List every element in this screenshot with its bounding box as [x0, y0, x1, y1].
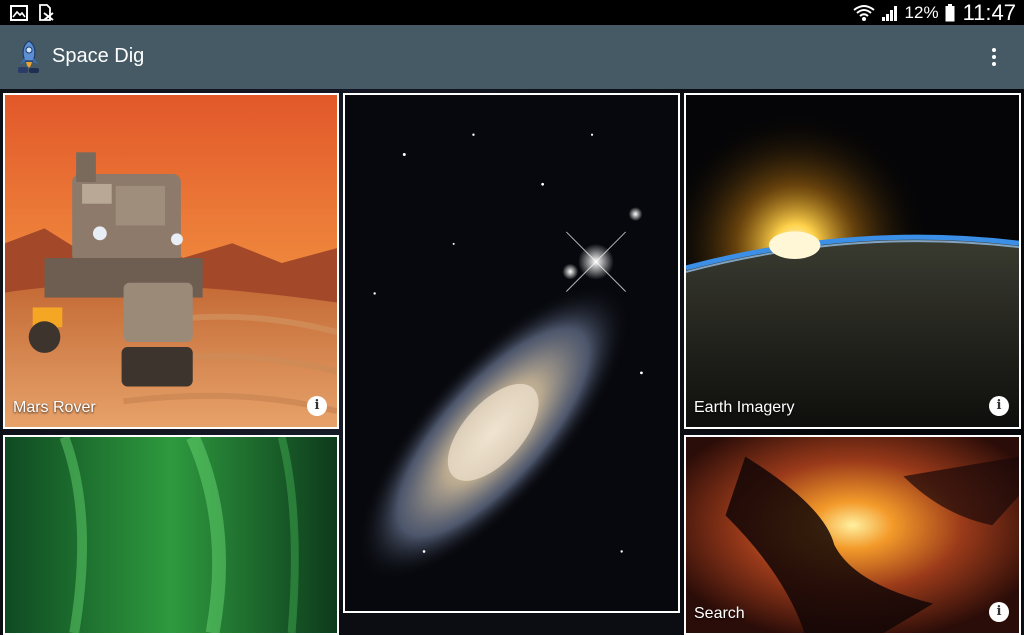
sim-card-error-icon: [39, 4, 54, 21]
tile-label: Search: [694, 605, 745, 622]
tile-label: Earth Imagery: [694, 399, 795, 416]
earth-imagery-image: [686, 95, 1019, 427]
cell-signal-icon: [881, 5, 897, 21]
app-title: Space Dig: [52, 45, 145, 67]
aurora-image: [5, 437, 337, 633]
tile-search[interactable]: Search i: [684, 435, 1021, 635]
tile-galaxy[interactable]: [343, 93, 680, 613]
rocket-logo-icon: [18, 40, 39, 73]
status-bar: 12% 11:47: [0, 0, 1024, 25]
mars-rover-image: [5, 95, 337, 427]
more-vert-icon-dot: [992, 55, 996, 59]
status-left-icons: [10, 4, 54, 21]
app-bar: Space Dig: [0, 25, 1024, 89]
info-icon[interactable]: i: [989, 396, 1009, 416]
tile-earth-imagery[interactable]: Earth Imagery i: [684, 93, 1021, 429]
image-notification-icon: [10, 4, 28, 21]
battery-percent: 12%: [904, 2, 939, 22]
galaxy-image: [345, 95, 678, 611]
tile-aurora[interactable]: [3, 435, 339, 635]
info-icon[interactable]: i: [307, 396, 327, 416]
category-grid: Mars Rover i Earth Imagery i Search i: [0, 89, 1024, 635]
search-nebula-image: [686, 437, 1019, 633]
tile-label: Mars Rover: [13, 399, 96, 416]
more-vert-icon-dot: [992, 62, 996, 66]
wifi-icon: [852, 4, 875, 21]
clock: 11:47: [962, 0, 1016, 25]
tile-mars-rover[interactable]: Mars Rover i: [3, 93, 339, 429]
info-icon[interactable]: i: [989, 602, 1009, 622]
status-right: 12% 11:47: [852, 0, 1016, 25]
battery-icon: [945, 3, 955, 21]
overflow-menu-button[interactable]: [978, 41, 1010, 73]
more-vert-icon: [992, 48, 996, 52]
